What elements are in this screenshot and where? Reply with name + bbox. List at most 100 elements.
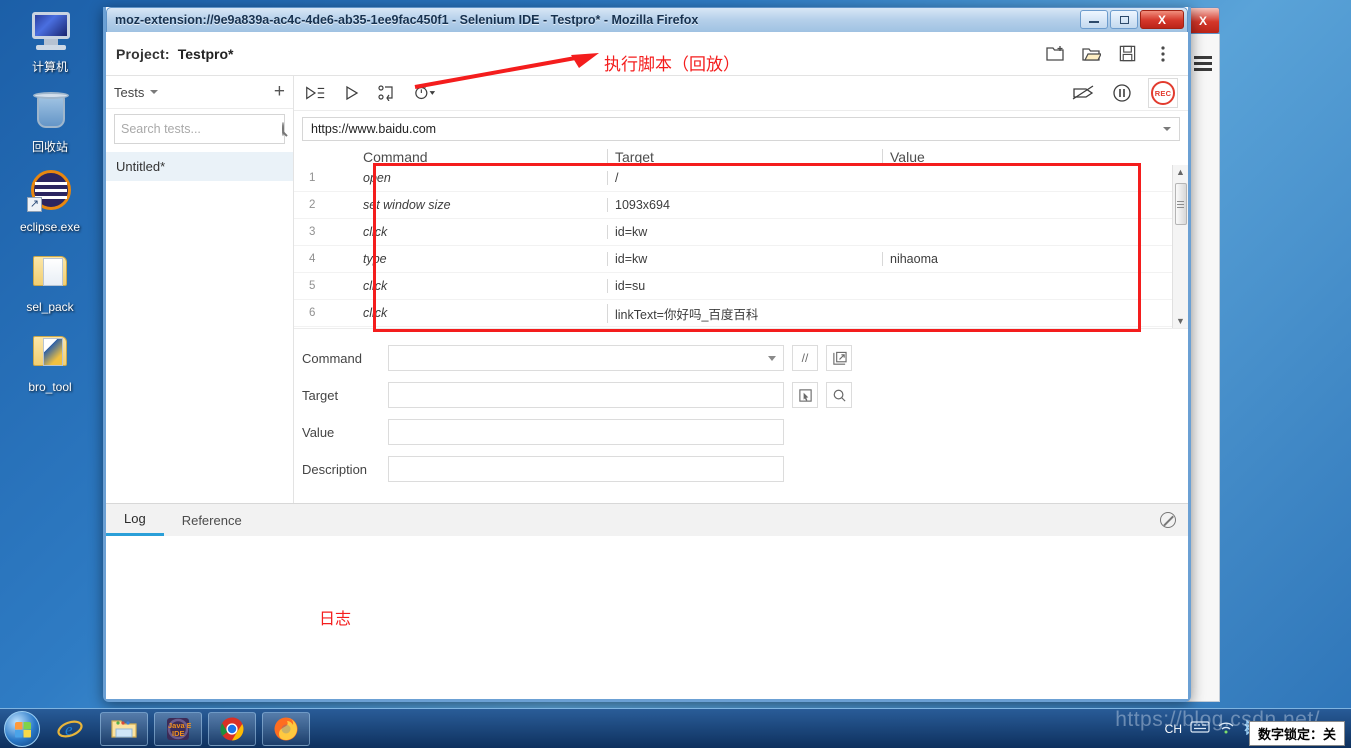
- chevron-down-icon[interactable]: [1163, 126, 1171, 131]
- desktop-icon-label: sel_pack: [26, 300, 74, 314]
- find-target-icon[interactable]: [826, 382, 852, 408]
- step-over-icon[interactable]: [378, 85, 396, 101]
- row-index: 6: [309, 307, 316, 319]
- disable-breakpoints-icon[interactable]: [1072, 84, 1096, 102]
- taskbar-google-chrome[interactable]: [208, 711, 256, 746]
- folder-icon: [25, 248, 75, 296]
- taskbar-mozilla-firefox[interactable]: [262, 711, 310, 746]
- ide-header: Project: Testpro*: [106, 32, 1188, 76]
- taskbar: e Java EEIDE CH 13:20 https://blog.csdn.…: [0, 708, 1351, 748]
- record-label: REC: [1151, 81, 1175, 105]
- desktop-icon-label: 计算机: [31, 60, 68, 74]
- recycle-bin-icon: [25, 88, 75, 136]
- row-index: 2: [309, 199, 316, 211]
- search-icon[interactable]: [282, 122, 284, 136]
- base-url-row: https://www.baidu.com: [302, 116, 1180, 141]
- row-index: 4: [309, 253, 316, 265]
- tests-label: Tests: [114, 84, 145, 100]
- command-table-scrollbar[interactable]: ▲ ▼: [1172, 165, 1188, 328]
- search-tests-input[interactable]: [121, 122, 282, 136]
- chevron-down-icon[interactable]: [768, 355, 776, 361]
- form-row-target: Target: [294, 380, 1188, 410]
- clear-log-button[interactable]: [1160, 504, 1188, 536]
- form-row-value: Value: [294, 417, 1188, 447]
- window-controls: X: [1080, 10, 1184, 29]
- description-input[interactable]: [388, 456, 784, 482]
- new-project-icon[interactable]: [1044, 43, 1066, 65]
- log-tabs: Log Reference: [106, 504, 1188, 536]
- command-select[interactable]: [388, 345, 784, 371]
- target-label: Target: [302, 387, 339, 403]
- command-table-header: Command Target Value: [294, 141, 1188, 165]
- test-list-item[interactable]: Untitled*: [106, 152, 293, 181]
- close-button[interactable]: X: [1140, 10, 1184, 29]
- scroll-up-icon[interactable]: ▲: [1176, 165, 1185, 179]
- row-index: 1: [309, 172, 316, 184]
- open-reference-icon[interactable]: [826, 345, 852, 371]
- test-list: Untitled*: [106, 152, 293, 181]
- taskbar-java-ee-ide[interactable]: Java EEIDE: [154, 711, 202, 746]
- chevron-down-icon[interactable]: [150, 90, 159, 94]
- select-target-icon[interactable]: [792, 382, 818, 408]
- value-label: Value: [302, 424, 335, 440]
- svg-text:e: e: [65, 720, 73, 739]
- desktop-icon-sel-pack[interactable]: sel_pack: [6, 248, 94, 314]
- window-title: moz-extension://9e9a839a-ac4c-4de6-ab35-…: [115, 13, 699, 27]
- base-url-value: https://www.baidu.com: [311, 121, 437, 136]
- desktop-icon-recycle-bin[interactable]: 回收站: [6, 88, 94, 154]
- firefox-sidebar-strip: [1186, 34, 1220, 702]
- computer-icon: [25, 8, 75, 56]
- taskbar-file-explorer[interactable]: [100, 711, 148, 746]
- maximize-button[interactable]: [1110, 10, 1138, 29]
- desktop-icon-eclipse[interactable]: ↗ eclipse.exe: [6, 168, 94, 234]
- log-content: [106, 536, 1188, 699]
- desktop-icon-computer[interactable]: 计算机: [6, 8, 94, 74]
- window-titlebar[interactable]: moz-extension://9e9a839a-ac4c-4de6-ab35-…: [106, 7, 1188, 32]
- log-panel: Log Reference: [106, 503, 1188, 699]
- more-options-icon[interactable]: [1152, 43, 1174, 65]
- desktop-icon-label: 回收站: [31, 140, 68, 154]
- comment-command-button[interactable]: //: [792, 345, 818, 371]
- desktop-icon-grid: 计算机 回收站 ↗ eclipse.exe sel_pack bro_tool: [0, 8, 100, 408]
- firefox-window: moz-extension://9e9a839a-ac4c-4de6-ab35-…: [103, 7, 1191, 702]
- eclipse-icon: ↗: [25, 168, 75, 216]
- start-orb-icon[interactable]: [4, 710, 40, 747]
- base-url-input[interactable]: https://www.baidu.com: [302, 116, 1180, 141]
- tests-bar: Tests +: [106, 76, 293, 109]
- scroll-down-icon[interactable]: ▼: [1176, 314, 1185, 328]
- run-current-test-icon[interactable]: [344, 85, 360, 101]
- secondary-window-close-button[interactable]: X: [1186, 7, 1220, 34]
- desktop-icon-bro-tool[interactable]: bro_tool: [6, 328, 94, 394]
- run-all-tests-icon[interactable]: [304, 85, 326, 101]
- row-index: 3: [309, 226, 316, 238]
- form-row-command: Command //: [294, 343, 1188, 373]
- value-input[interactable]: [388, 419, 784, 445]
- pause-icon[interactable]: [1112, 83, 1132, 103]
- add-test-button[interactable]: +: [274, 82, 285, 101]
- project-name: Testpro*: [177, 45, 234, 62]
- minimize-button[interactable]: [1080, 10, 1108, 29]
- search-tests-wrapper[interactable]: [114, 114, 285, 144]
- shortcut-arrow-icon: ↗: [27, 197, 42, 212]
- tab-log[interactable]: Log: [106, 504, 164, 536]
- form-row-description: Description: [294, 454, 1188, 484]
- command-detail-form: Command // Target Value Description: [294, 328, 1188, 503]
- description-label: Description: [302, 461, 368, 477]
- record-button[interactable]: REC: [1148, 78, 1178, 108]
- tests-sidebar: Tests + Untitled*: [106, 76, 294, 503]
- open-project-icon[interactable]: [1080, 43, 1102, 65]
- hamburger-menu-icon[interactable]: [1194, 56, 1212, 71]
- tab-reference[interactable]: Reference: [164, 504, 260, 536]
- command-label: Command: [302, 350, 362, 366]
- header-actions: [1044, 43, 1178, 65]
- annotation-highlight-box: [373, 163, 1141, 332]
- desktop-icon-label: eclipse.exe: [19, 220, 81, 234]
- desktop-icon-label: bro_tool: [28, 380, 72, 394]
- save-project-icon[interactable]: [1116, 43, 1138, 65]
- target-input[interactable]: [388, 382, 784, 408]
- selenium-ide-app: Project: Testpro* Tests + Search tests..…: [106, 32, 1188, 699]
- annotation-arrow-icon: [414, 53, 599, 89]
- clear-log-icon: [1160, 512, 1176, 528]
- taskbar-internet-explorer[interactable]: e: [46, 712, 94, 746]
- scrollbar-thumb[interactable]: [1174, 183, 1187, 225]
